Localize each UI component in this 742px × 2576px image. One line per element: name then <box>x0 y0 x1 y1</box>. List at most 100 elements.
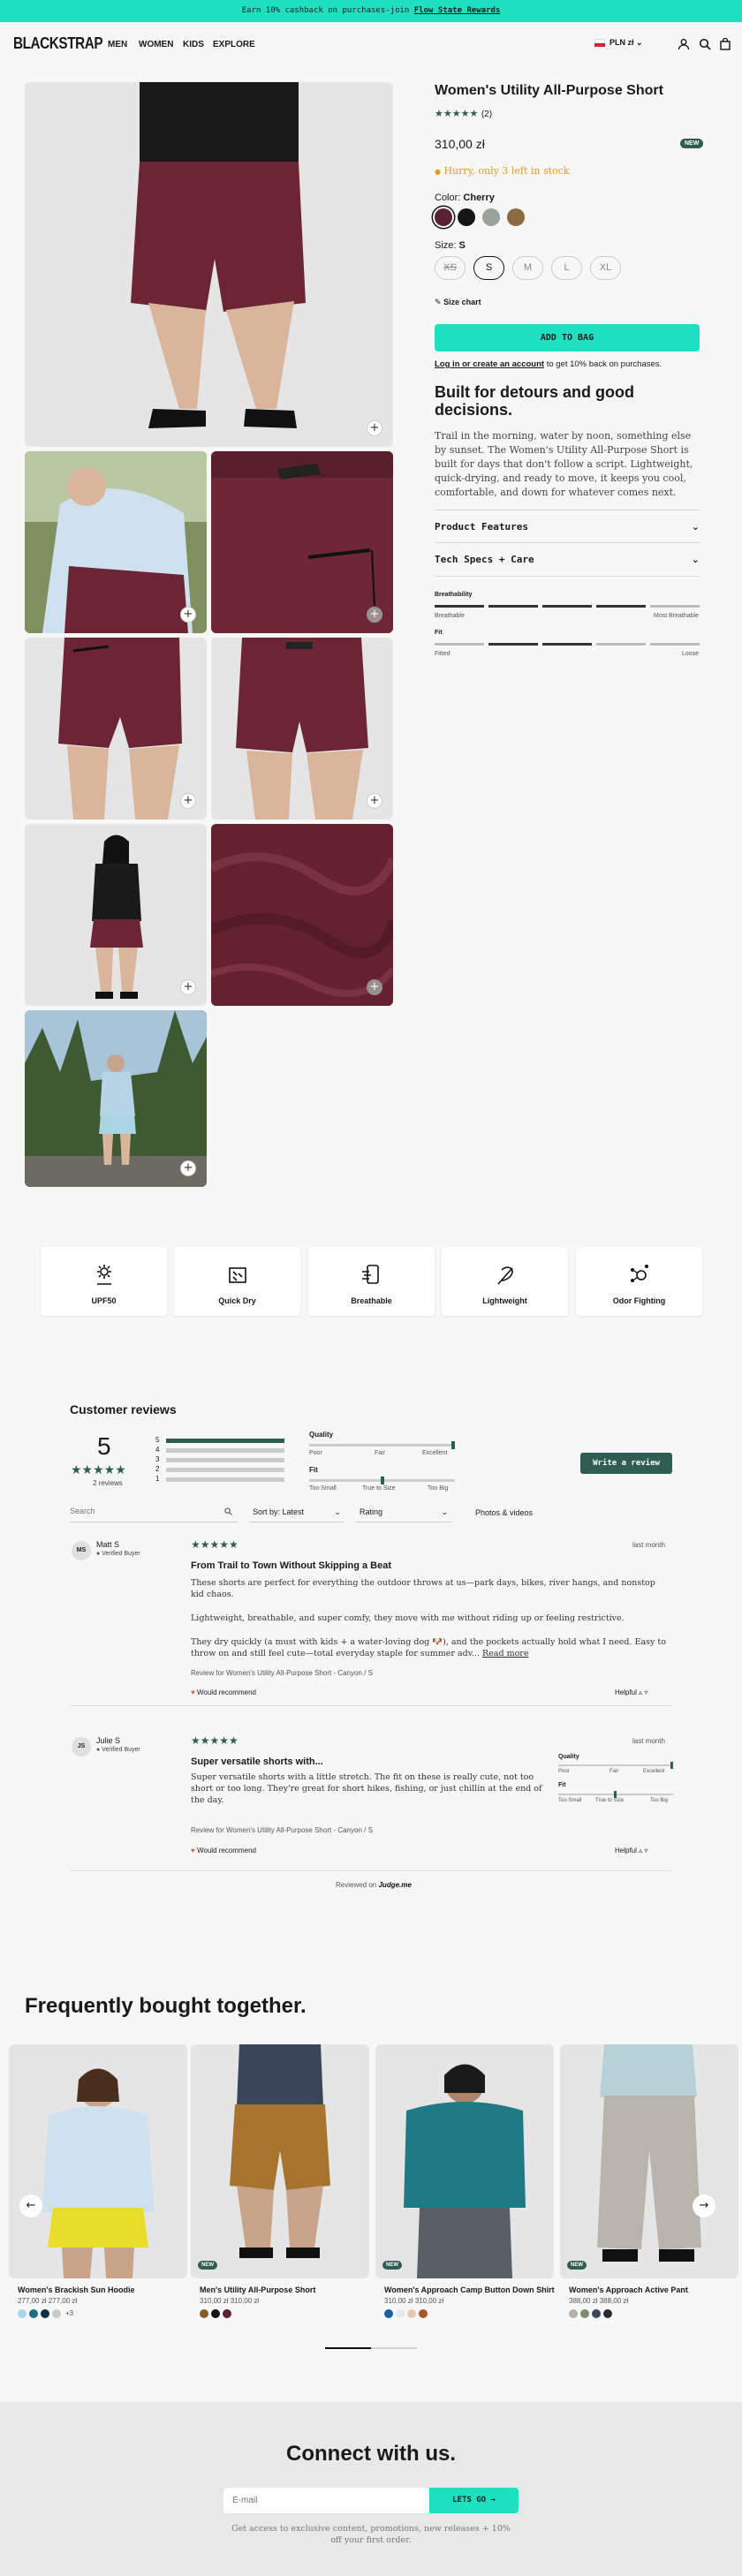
newsletter-submit-button[interactable]: LETS GO → <box>429 2488 519 2513</box>
fit-too-small: Too Small <box>309 1485 337 1492</box>
accordion-tech-specs[interactable]: Tech Specs + Care ⌄ <box>435 543 700 577</box>
color-dot[interactable] <box>18 2309 26 2318</box>
nav-men[interactable]: MEN <box>108 40 127 49</box>
product-card-name[interactable]: Women's Brackish Sun Hoodie <box>18 2285 135 2294</box>
swatch-sage[interactable] <box>482 208 500 226</box>
product-card[interactable]: NEW Men's Utility All-Purpose Short 310,… <box>191 2044 369 2318</box>
zoom-plus-icon[interactable]: + <box>367 420 382 436</box>
quality-fair: Fair <box>610 1769 619 1774</box>
thumbs-up-icon[interactable]: ▵ <box>639 1847 642 1855</box>
ruler-icon: ✎ <box>435 298 442 307</box>
promo-link[interactable]: Flow State Rewards <box>414 6 501 15</box>
product-rating[interactable]: ★★★★★ (2) <box>435 108 492 119</box>
currency-selector[interactable]: PLN zł ⌄ <box>610 38 643 48</box>
color-dot[interactable] <box>211 2309 220 2318</box>
color-dot[interactable] <box>223 2309 231 2318</box>
thumbs-down-icon[interactable]: ▿ <box>644 1847 647 1855</box>
rating-distribution[interactable]: 5 4 3 2 1 <box>155 1436 288 1489</box>
product-card-image[interactable]: NEW <box>375 2044 554 2278</box>
rating-filter[interactable]: Rating ⌄ <box>356 1501 451 1522</box>
helpful-vote[interactable]: Helpful ▵ ▿ <box>615 1847 647 1855</box>
product-card-image[interactable]: NEW <box>191 2044 369 2278</box>
swatch-cherry[interactable] <box>435 208 452 226</box>
color-dot[interactable] <box>200 2309 208 2318</box>
read-more-link[interactable]: Read more <box>482 1649 528 1658</box>
zoom-plus-icon[interactable]: + <box>367 979 382 995</box>
zoom-plus-icon[interactable]: + <box>367 793 382 809</box>
heart-icon: ♥ <box>191 1847 195 1855</box>
color-dot[interactable] <box>603 2309 612 2318</box>
size-l[interactable]: L <box>551 256 582 280</box>
product-image-3[interactable]: + <box>211 451 393 633</box>
swatch-black[interactable] <box>458 208 475 226</box>
size-s[interactable]: S <box>473 256 504 280</box>
logo[interactable]: BLACKSTRAP <box>13 34 103 53</box>
size-xs[interactable]: XS <box>435 256 466 280</box>
photos-videos-filter[interactable]: Photos & videos <box>475 1508 533 1517</box>
nav-women[interactable]: WOMEN <box>139 40 173 49</box>
review-search-input[interactable] <box>70 1501 211 1521</box>
product-image-6[interactable]: + <box>25 824 207 1006</box>
product-card-image[interactable]: NEW <box>560 2044 738 2278</box>
carousel-next-button[interactable]: → <box>693 2195 716 2217</box>
fit-scale <box>435 643 700 646</box>
sort-select[interactable]: Sort by: Latest ⌄ <box>249 1501 344 1522</box>
thumbs-down-icon[interactable]: ▿ <box>644 1688 647 1696</box>
color-dot[interactable] <box>592 2309 601 2318</box>
product-image-main[interactable]: + <box>25 82 393 447</box>
zoom-plus-icon[interactable]: + <box>180 793 196 809</box>
add-to-bag-button[interactable]: ADD TO BAG <box>435 324 700 351</box>
product-image-5[interactable]: + <box>211 638 393 820</box>
swatch-canyon[interactable] <box>507 208 525 226</box>
product-card[interactable]: NEW Women's Approach Camp Button Down Sh… <box>375 2044 555 2318</box>
color-dot[interactable] <box>569 2309 578 2318</box>
color-dot[interactable] <box>419 2309 428 2318</box>
judgeme-logo[interactable]: Judge.me <box>378 1881 411 1889</box>
product-card-name[interactable]: Men's Utility All-Purpose Short <box>200 2285 315 2294</box>
feature-label: UPF50 <box>91 1296 117 1305</box>
bag-icon[interactable] <box>719 38 731 50</box>
accordion-product-features[interactable]: Product Features ⌄ <box>435 510 700 543</box>
product-image-7[interactable]: + <box>25 1010 207 1187</box>
color-dot[interactable] <box>384 2309 393 2318</box>
color-dot[interactable] <box>52 2309 61 2318</box>
color-dot[interactable] <box>407 2309 416 2318</box>
login-link[interactable]: Log in or create an account <box>435 359 544 369</box>
product-card[interactable]: NEW → Women's Approach Active Pant 388,0… <box>560 2044 738 2318</box>
size-xl[interactable]: XL <box>590 256 621 280</box>
newsletter-note: Get access to exclusive content, promoti… <box>231 2524 511 2545</box>
color-dot[interactable] <box>580 2309 589 2318</box>
size-m[interactable]: M <box>512 256 543 280</box>
average-stars: ★★★★★ <box>71 1463 126 1477</box>
color-dot[interactable] <box>29 2309 38 2318</box>
zoom-plus-icon[interactable]: + <box>367 607 382 623</box>
nav-kids[interactable]: KIDS <box>183 40 204 49</box>
size-chart-link[interactable]: ✎ Size chart <box>435 298 481 307</box>
product-image-fabric[interactable]: + <box>211 824 393 1006</box>
carousel-prev-button[interactable]: ← <box>19 2195 42 2217</box>
zoom-plus-icon[interactable]: + <box>180 979 196 995</box>
helpful-vote[interactable]: Helpful ▵ ▿ <box>615 1688 647 1696</box>
zoom-plus-icon[interactable]: + <box>180 1160 196 1176</box>
breathable-icon <box>362 1265 379 1284</box>
review-item: JS Julie S ● Verified Buyer ★★★★★ last m… <box>70 1734 673 1871</box>
product-image-4[interactable]: + <box>25 638 207 820</box>
write-review-button[interactable]: Write a review <box>580 1453 672 1474</box>
review-search[interactable] <box>70 1501 238 1522</box>
dist-bar-5 <box>166 1439 284 1443</box>
product-image-2[interactable]: + <box>25 451 207 633</box>
zoom-plus-icon[interactable]: + <box>180 607 196 623</box>
search-icon[interactable] <box>699 38 711 50</box>
email-field[interactable] <box>223 2488 429 2513</box>
product-card-name[interactable]: Women's Approach Camp Button Down Shirt <box>384 2285 555 2294</box>
carousel-progress[interactable] <box>325 2347 417 2349</box>
color-dot[interactable] <box>41 2309 49 2318</box>
more-colors[interactable]: +3 <box>65 2309 73 2317</box>
account-icon[interactable] <box>678 38 690 50</box>
nav-explore[interactable]: EXPLORE <box>213 40 255 49</box>
product-card[interactable]: ← Women's Brackish Sun Hoodie 277,00 zł … <box>9 2044 187 2318</box>
product-card-name[interactable]: Women's Approach Active Pant <box>569 2285 688 2294</box>
color-dot[interactable] <box>396 2309 405 2318</box>
product-card-image[interactable] <box>9 2044 187 2278</box>
thumbs-up-icon[interactable]: ▵ <box>639 1688 642 1696</box>
